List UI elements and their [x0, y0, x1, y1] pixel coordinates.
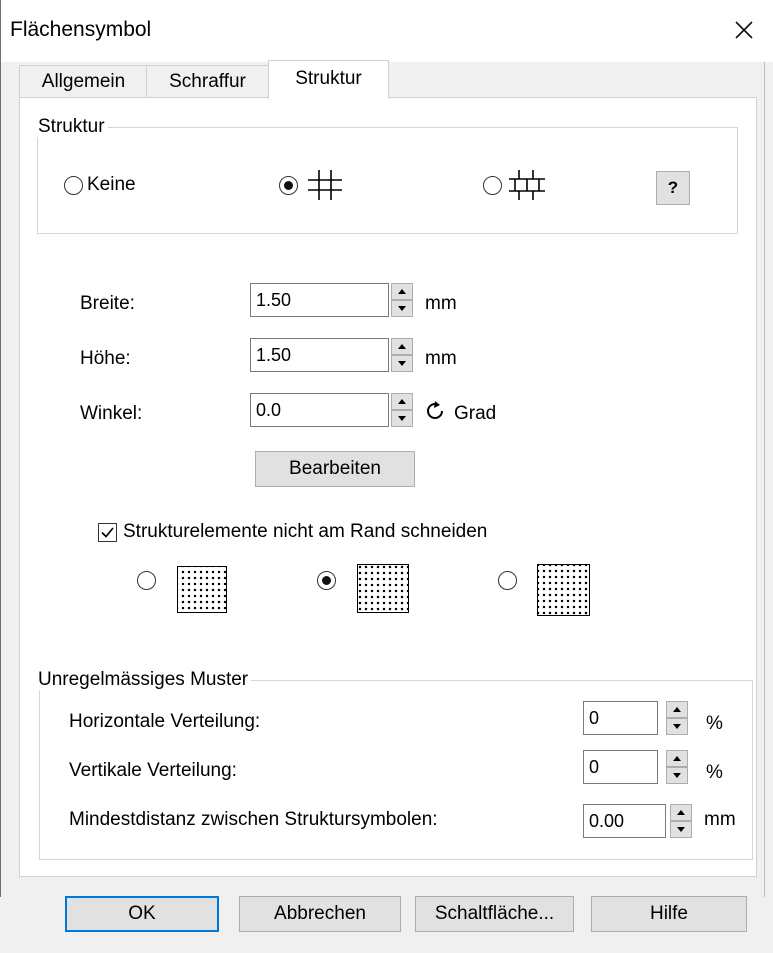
- help-button[interactable]: Hilfe: [591, 896, 747, 932]
- vertical-stepper[interactable]: [666, 750, 688, 784]
- vertical-input[interactable]: 0: [583, 750, 658, 784]
- angle-stepper[interactable]: [391, 393, 413, 427]
- height-step-down[interactable]: [391, 355, 413, 372]
- ok-button[interactable]: OK: [65, 896, 219, 932]
- tab-allgemein[interactable]: Allgemein: [19, 65, 148, 97]
- width-step-down[interactable]: [391, 300, 413, 317]
- radio-grid[interactable]: [279, 176, 298, 195]
- min-distance-label: Mindestdistanz zwischen Struktursymbolen…: [69, 809, 438, 830]
- grid-offset-pattern-icon: [506, 167, 548, 209]
- edit-button[interactable]: Bearbeiten: [255, 451, 415, 487]
- vertical-step-down[interactable]: [666, 767, 688, 784]
- radio-pattern-inside[interactable]: [137, 571, 156, 590]
- width-input[interactable]: 1.50: [250, 283, 389, 317]
- structure-group-label: Struktur: [35, 117, 108, 137]
- radio-none[interactable]: [64, 176, 83, 195]
- cancel-button[interactable]: Abbrechen: [239, 896, 401, 932]
- vertical-label: Vertikale Verteilung:: [69, 760, 237, 781]
- min-distance-step-up[interactable]: [670, 804, 692, 821]
- height-step-up[interactable]: [391, 338, 413, 355]
- rotate-icon: [425, 401, 445, 427]
- vertical-unit: %: [706, 762, 723, 783]
- height-unit: mm: [425, 348, 457, 369]
- angle-unit: Grad: [454, 403, 497, 424]
- height-stepper[interactable]: [391, 338, 413, 372]
- width-label: Breite:: [80, 293, 135, 314]
- pattern-inside-icon: [177, 566, 227, 613]
- window-border-right: [764, 62, 765, 953]
- grid-pattern-icon: [305, 167, 345, 209]
- horizontal-stepper[interactable]: [666, 701, 688, 735]
- horizontal-unit: %: [706, 713, 723, 734]
- custom-button[interactable]: Schaltfläche...: [415, 896, 574, 932]
- horizontal-step-up[interactable]: [666, 701, 688, 718]
- width-unit: mm: [425, 293, 457, 314]
- angle-step-up[interactable]: [391, 393, 413, 410]
- window-border: [0, 0, 1, 953]
- height-label: Höhe:: [80, 348, 131, 369]
- radio-pattern-overflow[interactable]: [498, 571, 517, 590]
- tab-struktur[interactable]: Struktur: [268, 60, 389, 99]
- angle-step-down[interactable]: [391, 410, 413, 427]
- width-stepper[interactable]: [391, 283, 413, 317]
- tab-schraffur[interactable]: Schraffur: [146, 65, 269, 97]
- width-step-up[interactable]: [391, 283, 413, 300]
- angle-label: Winkel:: [80, 403, 143, 424]
- vertical-step-up[interactable]: [666, 750, 688, 767]
- structure-group: [37, 127, 738, 234]
- window-title: Flächensymbol: [10, 18, 152, 41]
- irregular-group-label: Unregelmässiges Muster: [35, 670, 252, 690]
- clip-checkbox[interactable]: [98, 523, 117, 542]
- horizontal-label: Horizontale Verteilung:: [69, 711, 261, 732]
- pattern-overflow-icon: [537, 564, 590, 616]
- close-icon[interactable]: [724, 10, 764, 50]
- help-question-button[interactable]: ?: [656, 171, 690, 205]
- min-distance-stepper[interactable]: [670, 804, 692, 838]
- radio-grid-offset[interactable]: [483, 176, 502, 195]
- pattern-edge-icon: [357, 564, 409, 613]
- radio-none-label: Keine: [87, 174, 136, 195]
- angle-input[interactable]: 0.0: [250, 393, 389, 427]
- min-distance-unit: mm: [704, 809, 736, 830]
- height-input[interactable]: 1.50: [250, 338, 389, 372]
- min-distance-step-down[interactable]: [670, 821, 692, 838]
- min-distance-input[interactable]: 0.00: [583, 804, 666, 838]
- horizontal-input[interactable]: 0: [583, 701, 658, 735]
- clip-checkbox-label: Strukturelemente nicht am Rand schneiden: [123, 521, 488, 542]
- horizontal-step-down[interactable]: [666, 718, 688, 735]
- radio-pattern-edge[interactable]: [317, 571, 336, 590]
